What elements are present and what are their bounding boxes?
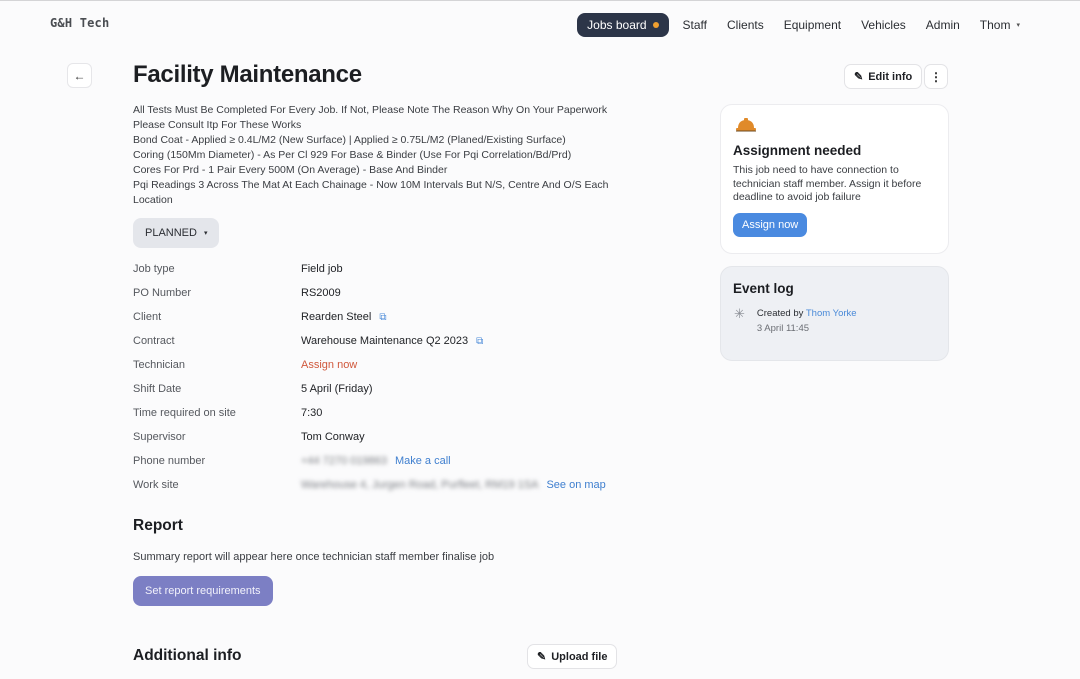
detail-row-po-number: PO Number RS2009 [133,281,613,305]
detail-value: 5 April (Friday) [301,383,373,395]
page-title: Facility Maintenance [133,61,362,88]
client-link[interactable]: Rearden Steel ⧉ [301,311,386,323]
status-dropdown[interactable]: PLANNED ▾ [133,218,220,248]
contract-link[interactable]: Warehouse Maintenance Q2 2023 ⧉ [301,335,483,347]
detail-value: 7:30 [301,407,323,419]
event-content: Created by Thom Yorke 3 April 11:45 [757,308,857,334]
detail-row-client: Client Rearden Steel ⧉ [133,305,613,329]
back-button[interactable]: ← [67,63,92,88]
nav-staff[interactable]: Staff [673,13,717,37]
event-log-card: Event log ✳ Created by Thom Yorke 3 Apri… [720,266,949,361]
upload-file-button[interactable]: ✎ Upload file [527,644,618,669]
chevron-down-icon: ▾ [203,230,208,237]
detail-value: Field job [301,263,343,275]
top-navigation-bar: G&H Tech Jobs board Staff Clients Equipm… [0,1,1080,49]
detail-label: Work site [133,479,179,491]
detail-value: Warehouse 4, Jurgen Road, Purfleet, RM19… [301,479,606,491]
detail-label: Client [133,311,162,323]
event-item: ✳ Created by Thom Yorke 3 April 11:45 [733,306,936,334]
main-nav: Jobs board Staff Clients Equipment Vehic… [577,13,1030,37]
assign-technician-link[interactable]: Assign now [301,359,357,371]
nav-jobs-board[interactable]: Jobs board [577,13,669,37]
event-author-link[interactable]: Thom Yorke [806,308,857,319]
assignment-card-title: Assignment needed [733,143,862,158]
detail-row-contract: Contract Warehouse Maintenance Q2 2023 ⧉ [133,329,613,353]
user-menu[interactable]: Thom ▾ [970,13,1030,37]
more-options-button[interactable]: ⋮ [924,64,948,89]
notification-dot-icon [652,22,659,28]
event-log-title: Event log [733,281,794,296]
external-link-icon[interactable]: ⧉ [379,312,386,323]
pencil-icon: ✎ [537,651,547,663]
detail-row-work-site: Work site Warehouse 4, Jurgen Road, Purf… [133,473,613,497]
status-label: PLANNED [145,227,197,239]
detail-value: RS2009 [301,287,341,299]
assignment-needed-card: Assignment needed This job need to have … [720,104,949,254]
nav-clients[interactable]: Clients [717,13,774,37]
detail-label: Shift Date [133,383,182,395]
edit-info-label: Edit info [868,70,913,83]
description-line: Cores For Prd - 1 Pair Every 500M (On Av… [133,164,448,176]
arrow-left-icon: ← [73,68,86,83]
job-details-list: Job type Field job PO Number RS2009 Clie… [133,257,613,497]
detail-label: Contract [133,335,175,347]
see-on-map-link[interactable]: See on map [546,479,605,491]
report-summary-text: Summary report will appear here once tec… [133,551,495,563]
user-name: Thom [979,18,1011,32]
detail-label: Time required on site [133,407,236,419]
event-text: Created by Thom Yorke [757,308,857,319]
nav-equipment[interactable]: Equipment [774,13,851,37]
report-section-title: Report [133,517,183,534]
nav-admin[interactable]: Admin [916,13,970,37]
description-line: All Tests Must Be Completed For Every Jo… [133,104,608,116]
detail-row-shift-date: Shift Date 5 April (Friday) [133,377,613,401]
description-line: Bond Coat - Applied ≥ 0.4L/M2 (New Surfa… [133,134,566,146]
detail-row-job-type: Job type Field job [133,257,613,281]
detail-value: +44 7270 019863 Make a call [301,455,451,467]
work-site-address: Warehouse 4, Jurgen Road, Purfleet, RM19… [301,479,539,491]
detail-label: Phone number [133,455,206,467]
detail-row-time-on-site: Time required on site 7:30 [133,401,613,425]
detail-value: Tom Conway [301,431,365,443]
description-line: Pqi Readings 3 Across The Mat At Each Ch… [133,179,609,206]
contract-name: Warehouse Maintenance Q2 2023 [301,335,469,347]
detail-label: Supervisor [133,431,186,443]
client-name: Rearden Steel [301,311,372,323]
external-link-icon[interactable]: ⧉ [476,336,483,347]
event-prefix: Created by [756,308,804,319]
app-logo[interactable]: G&H Tech [50,16,109,30]
edit-info-button[interactable]: ✎ Edit info [844,64,923,89]
chevron-down-icon: ▾ [1016,22,1020,29]
description-line: Please Consult Itp For These Works [133,119,302,131]
detail-label: Technician [133,359,185,371]
upload-file-label: Upload file [551,650,608,663]
detail-label: PO Number [133,287,192,299]
kebab-menu-icon: ⋮ [930,69,942,84]
job-description: All Tests Must Be Completed For Every Jo… [133,103,623,208]
detail-row-technician: Technician Assign now [133,353,613,377]
event-timestamp: 3 April 11:45 [756,323,810,334]
assignment-card-text: This job need to have connection to tech… [733,164,922,203]
hard-hat-icon [735,117,757,133]
description-line: Coring (150Mm Diameter) - As Per Cl 929 … [133,149,572,161]
phone-number-value: +44 7270 019863 [301,455,387,467]
detail-label: Job type [133,263,175,275]
asterisk-icon: ✳ [734,306,745,321]
nav-vehicles[interactable]: Vehicles [851,13,916,37]
additional-info-title: Additional info [133,647,242,664]
nav-jobs-board-label: Jobs board [587,18,647,32]
assign-now-button[interactable]: Assign now [733,212,808,237]
detail-row-supervisor: Supervisor Tom Conway [133,425,613,449]
make-call-link[interactable]: Make a call [395,455,451,467]
pencil-icon: ✎ [854,71,864,83]
set-report-requirements-button[interactable]: Set report requirements [133,576,273,606]
detail-row-phone: Phone number +44 7270 019863 Make a call [133,449,613,473]
